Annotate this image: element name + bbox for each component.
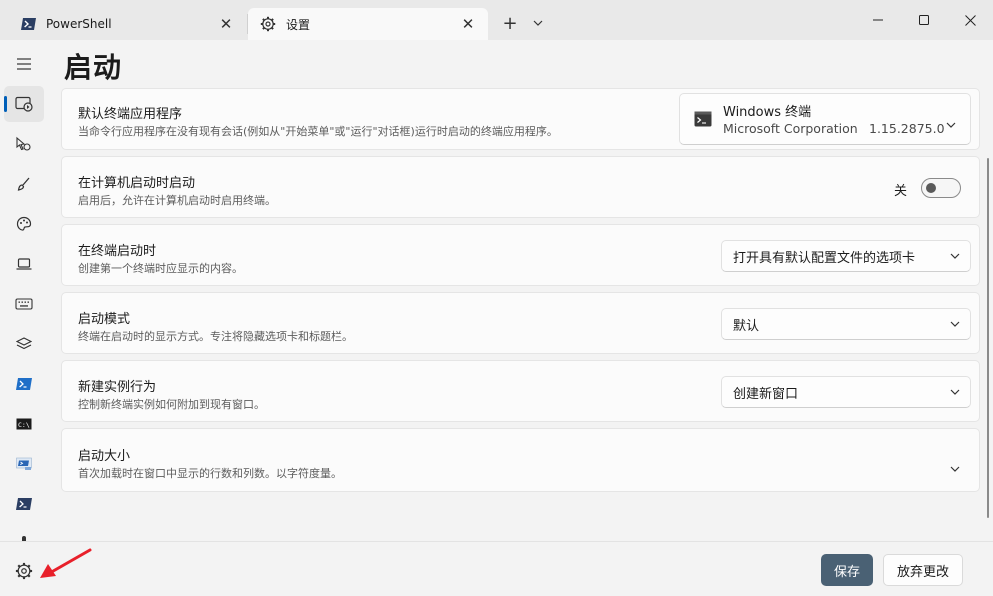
palette-icon <box>16 216 32 231</box>
setting-title: 默认终端应用程序 <box>78 107 183 122</box>
chevron-down-icon <box>533 20 543 26</box>
nav-menu-button[interactable] <box>4 46 44 82</box>
nav-item-defaults[interactable] <box>4 326 44 362</box>
nav-item-startup[interactable] <box>4 86 44 122</box>
new-tab-button[interactable]: + <box>496 10 524 36</box>
chevron-down-icon <box>940 389 970 395</box>
brush-icon <box>17 177 30 191</box>
tab-powershell[interactable]: PowerShell ✕ <box>8 8 246 40</box>
selected-terminal-publisher: Microsoft Corporation <box>723 121 858 136</box>
command-prompt-icon: C:\ <box>16 418 32 430</box>
close-window-button[interactable] <box>947 0 993 40</box>
setting-description: 创建第一个终端时应显示的内容。 <box>78 262 243 275</box>
terminal-app-icon <box>694 111 712 127</box>
powershell-icon <box>20 16 36 32</box>
tab-label: PowerShell <box>46 17 112 31</box>
svg-text:C:\: C:\ <box>18 421 30 429</box>
open-settings-button[interactable] <box>10 559 38 583</box>
setting-description: 当命令行应用程序在没有现有会话(例如从"开始菜单"或"运行"对话框)运行时启动的… <box>78 125 558 138</box>
hamburger-icon <box>17 58 31 70</box>
chevron-down-icon <box>940 321 970 327</box>
nav-item-actions[interactable] <box>4 286 44 322</box>
title-bar: PowerShell ✕ 设置 ✕ + <box>0 0 993 40</box>
setting-title: 在终端启动时 <box>78 244 157 259</box>
windows-powershell-icon <box>16 457 32 470</box>
nav-item-rendering[interactable] <box>4 246 44 282</box>
close-icon[interactable]: ✕ <box>454 10 482 38</box>
page-title: 启动 <box>64 51 123 84</box>
nav-item-profile-powershell[interactable] <box>4 366 44 402</box>
new-instance-behavior-setting: 新建实例行为 控制新终端实例如何附加到现有窗口。 创建新窗口 <box>61 360 980 422</box>
dropdown-value: 默认 <box>733 318 760 334</box>
setting-title: 在计算机启动时启动 <box>78 176 196 191</box>
nav-item-profile-windows-powershell[interactable] <box>4 446 44 482</box>
chevron-down-icon <box>940 253 970 259</box>
on-launch-setting: 在终端启动时 创建第一个终端时应显示的内容。 打开具有默认配置文件的选项卡 <box>61 224 980 286</box>
launch-size-expander[interactable]: 启动大小 首次加载时在窗口中显示的行数和列数。以字符度量。 <box>61 428 980 492</box>
default-terminal-dropdown[interactable]: Windows 终端 Microsoft Corporation 1.15.28… <box>679 93 971 145</box>
nav-item-appearance[interactable] <box>4 166 44 202</box>
keyboard-icon <box>15 298 33 310</box>
laptop-icon <box>16 258 32 270</box>
launch-mode-dropdown[interactable]: 默认 <box>721 308 971 340</box>
nav-item-profile-cmd[interactable]: C:\ <box>4 406 44 442</box>
settings-main: C:\ 启动 默认终端应用程序 当命令行应用程序在没有现有会话(例如从"开始菜单… <box>0 40 993 596</box>
setting-title: 新建实例行为 <box>78 380 157 395</box>
gear-icon <box>260 16 276 32</box>
nav-item-color-schemes[interactable] <box>4 206 44 242</box>
tab-dropdown-button[interactable] <box>526 10 550 36</box>
setting-description: 控制新终端实例如何附加到现有窗口。 <box>78 398 265 411</box>
settings-nav: C:\ <box>0 40 48 541</box>
toggle-knob <box>926 183 936 193</box>
gear-icon <box>15 562 33 580</box>
default-terminal-setting: 默认终端应用程序 当命令行应用程序在没有现有会话(例如从"开始菜单"或"运行"对… <box>61 88 980 150</box>
selected-terminal-version: 1.15.2875.0 <box>869 121 945 136</box>
discard-changes-button[interactable]: 放弃更改 <box>883 554 963 586</box>
chevron-down-icon <box>946 113 956 132</box>
setting-description: 启用后，允许在计算机启动时启用终端。 <box>78 194 276 207</box>
launch-mode-setting: 启动模式 终端在启动时的显示方式。专注将隐藏选项卡和标题栏。 默认 <box>61 292 980 354</box>
launch-on-startup-setting: 在计算机启动时启动 启用后，允许在计算机启动时启用终端。 关 <box>61 156 980 218</box>
save-button[interactable]: 保存 <box>821 554 873 586</box>
nav-item-profile-powershell-core[interactable] <box>4 486 44 522</box>
close-icon[interactable]: ✕ <box>212 10 240 38</box>
layers-icon <box>16 337 32 350</box>
new-instance-dropdown[interactable]: 创建新窗口 <box>721 376 971 408</box>
cursor-click-icon <box>16 136 31 151</box>
dropdown-value: 打开具有默认配置文件的选项卡 <box>733 250 916 266</box>
powershell-icon <box>16 378 32 390</box>
launch-on-startup-toggle[interactable] <box>921 178 961 198</box>
startup-window-icon <box>15 96 33 112</box>
dropdown-value: 创建新窗口 <box>733 386 799 402</box>
maximize-button[interactable] <box>901 0 947 40</box>
selected-terminal-name: Windows 终端 <box>723 105 812 120</box>
vertical-scrollbar[interactable] <box>987 158 989 518</box>
setting-title: 启动大小 <box>78 449 131 464</box>
tab-settings[interactable]: 设置 ✕ <box>248 8 488 40</box>
nav-item-interaction[interactable] <box>4 126 44 162</box>
tab-label: 设置 <box>286 17 311 32</box>
annotation-arrow-icon <box>40 548 92 578</box>
on-launch-dropdown[interactable]: 打开具有默认配置文件的选项卡 <box>721 240 971 272</box>
powershell-icon <box>16 498 32 510</box>
toggle-state-label: 关 <box>894 184 908 199</box>
setting-title: 启动模式 <box>78 312 131 327</box>
minimize-button[interactable] <box>855 0 901 40</box>
chevron-down-icon <box>950 457 960 476</box>
settings-footer: 保存 放弃更改 <box>0 541 993 596</box>
setting-description: 终端在启动时的显示方式。专注将隐藏选项卡和标题栏。 <box>78 330 353 343</box>
setting-description: 首次加载时在窗口中显示的行数和列数。以字符度量。 <box>78 467 342 480</box>
